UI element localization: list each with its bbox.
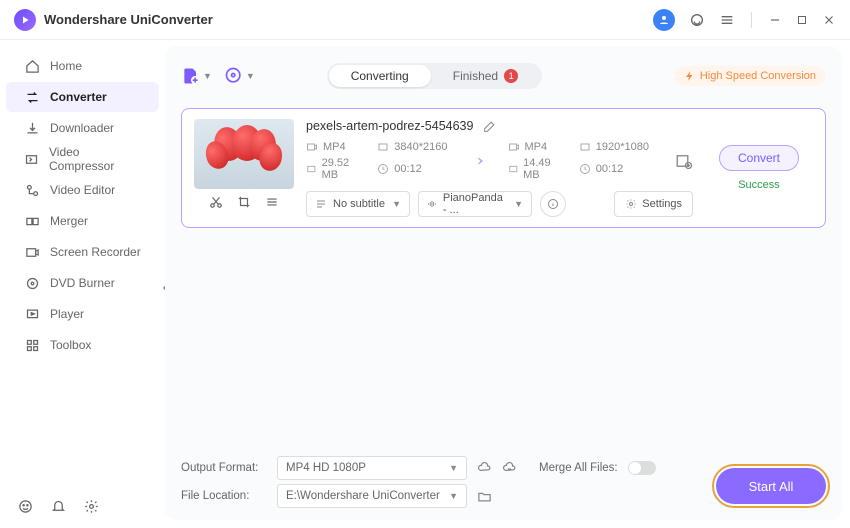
output-format-label: Output Format: — [181, 462, 267, 474]
sidebar-item-label: DVD Burner — [50, 276, 115, 290]
merge-toggle[interactable] — [628, 461, 656, 475]
sidebar-item-label: Screen Recorder — [50, 245, 141, 259]
src-format: MP4 — [323, 141, 346, 153]
clock-icon — [377, 163, 389, 175]
dst-duration: 00:12 — [596, 163, 624, 175]
sidebar-item-editor[interactable]: Video Editor — [6, 175, 159, 205]
converter-icon — [24, 90, 40, 105]
toolbox-icon — [24, 338, 40, 353]
recorder-icon — [24, 245, 40, 260]
sidebar-item-label: Toolbox — [50, 338, 91, 352]
sidebar-item-recorder[interactable]: Screen Recorder — [6, 237, 159, 267]
merge-label: Merge All Files: — [539, 462, 618, 474]
home-icon — [24, 59, 40, 74]
audio-dropdown[interactable]: PianoPanda - ...▼ — [418, 191, 532, 217]
clock-icon — [579, 163, 591, 175]
size-icon — [306, 163, 317, 175]
status-tabs: Converting Finished 1 — [327, 63, 542, 89]
rename-icon[interactable] — [483, 120, 496, 133]
folder-icon[interactable] — [477, 489, 492, 504]
file-name: pexels-artem-podrez-5454639 — [306, 119, 473, 133]
output-settings-icon[interactable] — [675, 152, 693, 170]
sidebar-item-player[interactable]: Player — [6, 299, 159, 329]
start-all-button[interactable]: Start All — [716, 468, 826, 504]
file-location-label: File Location: — [181, 490, 267, 502]
editor-icon — [24, 183, 40, 198]
cloud-icon[interactable] — [477, 461, 492, 476]
resolution-icon — [579, 141, 591, 153]
sidebar-item-label: Downloader — [50, 121, 114, 135]
sidebar-item-label: Video Editor — [50, 183, 115, 197]
dst-size: 14.49 MB — [523, 157, 565, 181]
notification-icon[interactable] — [51, 499, 66, 514]
video-icon — [306, 141, 318, 153]
sidebar-item-home[interactable]: Home — [6, 51, 159, 81]
sidebar-item-label: Home — [50, 59, 82, 73]
convert-button[interactable]: Convert — [719, 145, 799, 171]
status-text: Success — [738, 179, 780, 191]
file-card: pexels-artem-podrez-5454639 MP4 3840*216… — [181, 108, 826, 228]
size-icon — [508, 163, 519, 175]
main-panel: ▼ ▼ Converting Finished 1 High Speed Con… — [165, 46, 842, 520]
user-avatar[interactable] — [653, 9, 675, 31]
merger-icon — [24, 214, 40, 229]
src-resolution: 3840*2160 — [394, 141, 447, 153]
chevron-down-icon: ▼ — [246, 71, 255, 81]
file-location-dropdown[interactable]: E:\Wondershare UniConverter▼ — [277, 484, 467, 508]
add-dvd-button[interactable]: ▼ — [224, 66, 255, 86]
sidebar-item-converter[interactable]: Converter — [6, 82, 159, 112]
sidebar-item-compressor[interactable]: Video Compressor — [6, 144, 159, 174]
sidebar-item-merger[interactable]: Merger — [6, 206, 159, 236]
src-size: 29.52 MB — [322, 157, 364, 181]
item-settings-button[interactable]: Settings — [614, 191, 693, 217]
player-icon — [24, 307, 40, 322]
subtitle-dropdown[interactable]: No subtitle▼ — [306, 191, 410, 217]
output-format-dropdown[interactable]: MP4 HD 1080P▼ — [277, 456, 467, 480]
src-duration: 00:12 — [394, 163, 422, 175]
sidebar-item-label: Merger — [50, 214, 88, 228]
video-icon — [508, 141, 520, 153]
titlebar: Wondershare UniConverter — [0, 0, 850, 40]
feedback-icon[interactable] — [18, 499, 33, 514]
footer: Output Format: MP4 HD 1080P▼ Merge All F… — [181, 454, 826, 510]
cloud-sync-icon[interactable] — [502, 461, 517, 476]
dst-resolution: 1920*1080 — [596, 141, 649, 153]
more-icon[interactable] — [265, 195, 279, 209]
app-title: Wondershare UniConverter — [44, 12, 213, 27]
sidebar: Home Converter Downloader Video Compress… — [0, 40, 165, 528]
info-icon[interactable] — [540, 191, 566, 217]
sidebar-item-dvd[interactable]: DVD Burner — [6, 268, 159, 298]
video-thumbnail[interactable] — [194, 119, 294, 189]
add-file-button[interactable]: ▼ — [181, 66, 212, 86]
tab-finished[interactable]: Finished 1 — [431, 65, 540, 87]
lightning-icon — [684, 70, 696, 82]
high-speed-toggle[interactable]: High Speed Conversion — [674, 66, 826, 86]
menu-icon[interactable] — [719, 12, 735, 28]
app-logo — [14, 9, 36, 31]
tab-converting[interactable]: Converting — [329, 65, 431, 87]
sidebar-item-label: Converter — [50, 90, 107, 104]
maximize-button[interactable] — [796, 14, 808, 26]
arrow-right-icon — [468, 151, 488, 171]
sidebar-item-label: Player — [50, 307, 84, 321]
gear-icon — [625, 198, 637, 210]
sidebar-item-toolbox[interactable]: Toolbox — [6, 330, 159, 360]
sidebar-item-downloader[interactable]: Downloader — [6, 113, 159, 143]
audio-icon — [427, 198, 437, 210]
crop-icon[interactable] — [237, 195, 251, 209]
finished-count-badge: 1 — [504, 69, 518, 83]
subtitle-icon — [315, 198, 327, 210]
settings-icon[interactable] — [84, 499, 99, 514]
dst-format: MP4 — [525, 141, 548, 153]
trim-icon[interactable] — [209, 195, 223, 209]
downloader-icon — [24, 121, 40, 136]
minimize-button[interactable] — [768, 13, 782, 27]
sidebar-item-label: Video Compressor — [49, 145, 141, 173]
compressor-icon — [24, 152, 39, 167]
dvd-icon — [24, 276, 40, 291]
chevron-down-icon: ▼ — [203, 71, 212, 81]
resolution-icon — [377, 141, 389, 153]
close-button[interactable] — [822, 13, 836, 27]
support-icon[interactable] — [689, 12, 705, 28]
